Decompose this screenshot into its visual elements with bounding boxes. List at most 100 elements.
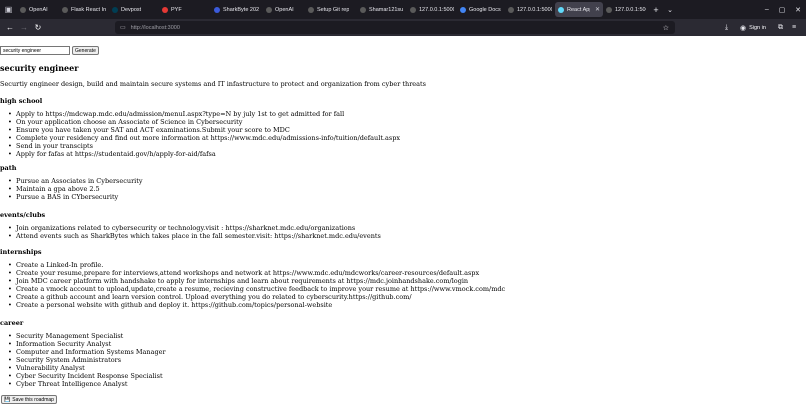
tab-label: OpenAI [275, 6, 294, 13]
generate-button[interactable]: Generate [72, 46, 99, 55]
window-controls: – ▢ ✕ [760, 0, 806, 19]
section-heading: events/clubs [0, 211, 46, 219]
tab-strip: ▣ OpenAI Flask React In Devpost PYF SharkByt… [0, 0, 806, 19]
career-role-input[interactable] [0, 46, 70, 55]
list-item: Create a github account and learn versio… [7, 293, 505, 301]
tab-label: Devpost [121, 6, 142, 13]
list-all-tabs-button[interactable]: ⌄ [663, 6, 677, 14]
list-item: Cyber Security Incident Response Special… [7, 372, 166, 380]
list-item: Information Security Analyst [7, 340, 166, 348]
url-text: http://localhost:3000 [130, 24, 180, 31]
list-item: Maintain a gpa above 2.5 [7, 185, 143, 193]
github-icon [360, 6, 366, 13]
section-list: Create a Linked-In profile.Create your r… [7, 261, 505, 309]
list-item: Create your resume,prepare for interview… [7, 269, 505, 277]
page-icon [410, 6, 416, 13]
list-item: Apply for fafas at https://studentaid.go… [7, 150, 400, 158]
tab-label: Google Docs [469, 6, 501, 13]
navigation-toolbar: ← → ↻ ▭ http://localhost:3000 ☆ ⤓ ◉ Sign… [0, 19, 806, 36]
maximize-icon[interactable]: ▢ [779, 6, 786, 14]
list-item: Pursue an Associates in Cybersecurity [7, 177, 143, 185]
section-heading: high school [0, 97, 43, 105]
tab-label: 127.0.0.1:5000/ [419, 6, 454, 13]
tab-label: Shamar121su [369, 6, 404, 13]
browser-tab[interactable]: PYF [159, 2, 211, 17]
back-arrow-icon[interactable]: ← [3, 21, 17, 35]
minimize-icon[interactable]: – [765, 6, 769, 13]
pyf-icon [162, 6, 168, 13]
downloads-icon[interactable]: ⤓ [725, 19, 728, 36]
save-roadmap-label: Save this roadmap [12, 396, 54, 403]
extensions-icon[interactable]: ⧉ [778, 19, 783, 36]
list-item: Attend events such as SharkBytes which t… [7, 232, 381, 240]
role-description: Securtiy engineer design, build and main… [0, 80, 426, 88]
page-info-icon[interactable]: ▭ [120, 24, 126, 31]
page-icon [62, 6, 68, 13]
reload-icon[interactable]: ↻ [31, 21, 45, 35]
generator-form: Generate [0, 46, 99, 55]
list-item: Complete your residency and find out mor… [7, 134, 400, 142]
browser-tab[interactable]: React App ✕ [555, 2, 603, 17]
new-tab-button[interactable]: + [649, 5, 663, 15]
tab-label: 127.0.0.1:5000/ [615, 6, 646, 13]
section-list: Join organizations related to cybersecur… [7, 224, 381, 240]
tab-label: Setup Git rep [317, 6, 350, 13]
account-signin-button[interactable]: ◉ Sign in [740, 19, 766, 36]
page-content: Generate security engineer Securtiy engi… [0, 36, 806, 410]
page-icon [508, 6, 514, 13]
list-item: Create a personal website with github an… [7, 301, 505, 309]
browser-tab[interactable]: OpenAI [17, 2, 59, 17]
bookmark-star-icon[interactable]: ☆ [663, 24, 669, 32]
gear-icon [308, 6, 314, 13]
list-item: Computer and Information Systems Manager [7, 348, 166, 356]
browser-tab[interactable]: 127.0.0.1:5000/ [603, 2, 649, 17]
list-item: On your application choose an Associate … [7, 118, 400, 126]
list-item: Pursue a BAS in CYbersecurity [7, 193, 143, 201]
section-heading: internships [0, 248, 42, 256]
close-tab-icon[interactable]: ✕ [595, 6, 600, 13]
list-item: Send in your transcipts [7, 142, 400, 150]
browser-tab[interactable]: Flask React In [59, 2, 109, 17]
section-heading: career [0, 319, 24, 327]
app-menu-icon[interactable]: ≡ [792, 19, 796, 36]
browser-tab[interactable]: SharkByte 202 [211, 2, 263, 17]
section-heading: path [0, 164, 17, 172]
list-item: Join MDC career platform with handshake … [7, 277, 505, 285]
docs-icon [460, 6, 466, 13]
address-bar[interactable]: ▭ http://localhost:3000 ☆ [115, 21, 675, 34]
account-icon: ◉ [740, 24, 747, 32]
tab-label: PYF [171, 6, 182, 13]
forward-arrow-icon[interactable]: → [17, 21, 31, 35]
browser-tab[interactable]: Devpost [109, 2, 159, 17]
openai-icon [266, 6, 272, 13]
close-window-icon[interactable]: ✕ [795, 6, 801, 14]
list-item: Cyber Threat Intelligence Analyst [7, 380, 166, 388]
openai-icon [20, 6, 26, 13]
section-list: Security Management SpecialistInformatio… [7, 332, 166, 388]
browser-tab[interactable]: 127.0.0.1:5000/ [505, 2, 555, 17]
react-icon [558, 6, 564, 13]
save-roadmap-button[interactable]: 💾 Save this roadmap [1, 395, 57, 404]
signin-label: Sign in [749, 24, 766, 31]
tab-label: OpenAI [29, 6, 48, 13]
browser-tab[interactable]: Google Docs [457, 2, 505, 17]
list-item: Join organizations related to cybersecur… [7, 224, 381, 232]
list-item: Security System Administrators [7, 356, 166, 364]
browser-tab[interactable]: Shamar121su [357, 2, 407, 17]
browser-tab[interactable]: 127.0.0.1:5000/ [407, 2, 457, 17]
tab-label: SharkByte 202 [223, 6, 260, 13]
list-item: Create a vmock account to upload,update,… [7, 285, 505, 293]
sidebar-toggle-icon[interactable]: ▣ [0, 0, 17, 19]
list-item: Create a Linked-In profile. [7, 261, 505, 269]
sharkbyte-icon [214, 6, 220, 13]
list-item: Apply to https://mdcwap.mdc.edu/admissio… [7, 110, 400, 118]
section-list: Pursue an Associates in CybersecurityMai… [7, 177, 143, 201]
role-title: security engineer [0, 63, 79, 73]
browser-tab[interactable]: Setup Git rep [305, 2, 357, 17]
devpost-icon [112, 6, 118, 13]
list-item: Ensure you have taken your SAT and ACT e… [7, 126, 400, 134]
section-list: Apply to https://mdcwap.mdc.edu/admissio… [7, 110, 400, 158]
browser-tab[interactable]: OpenAI [263, 2, 305, 17]
floppy-disk-icon: 💾 [4, 396, 11, 403]
list-item: Security Management Specialist [7, 332, 166, 340]
